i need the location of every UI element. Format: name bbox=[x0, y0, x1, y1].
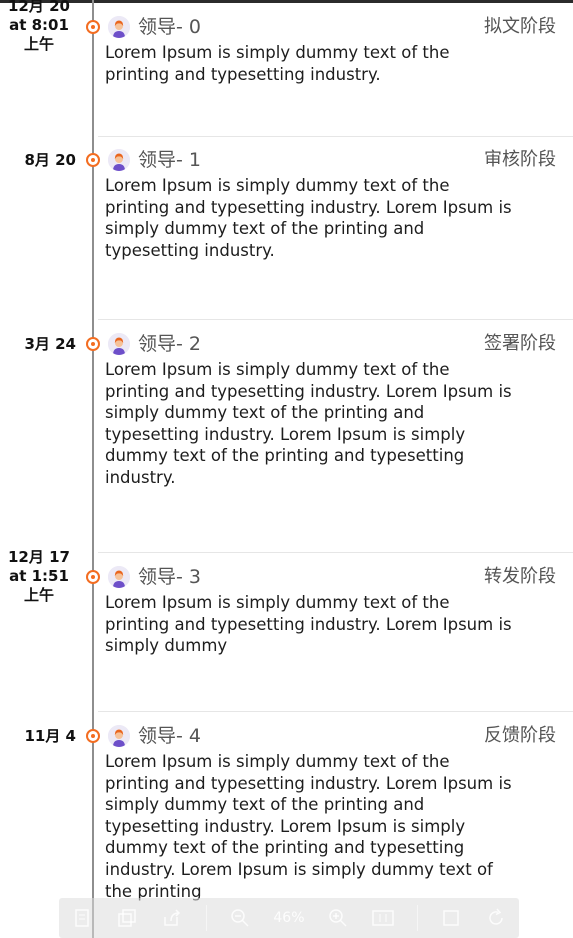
avatar[interactable] bbox=[108, 725, 130, 747]
avatar[interactable] bbox=[108, 333, 130, 355]
entry-time-line: 上午 bbox=[23, 35, 54, 53]
rotate-icon[interactable] bbox=[484, 907, 508, 929]
entry-text: Lorem Ipsum is simply dummy text of the … bbox=[105, 752, 512, 901]
entry-text: Lorem Ipsum is simply dummy text of the … bbox=[105, 176, 512, 260]
avatar[interactable] bbox=[108, 566, 130, 588]
person-icon bbox=[108, 333, 130, 355]
entry-text: Lorem Ipsum is simply dummy text of the … bbox=[105, 43, 450, 84]
leader-name: 领导- 4 bbox=[138, 725, 201, 747]
top-bar bbox=[0, 0, 573, 3]
person-icon bbox=[108, 725, 130, 747]
entry-time: 12月 20 at 8:01 上午 bbox=[0, 0, 78, 54]
stage-label: 签署阶段 bbox=[484, 333, 556, 354]
timeline-dot bbox=[86, 570, 100, 584]
entry-time: 12月 17 at 1:51 上午 bbox=[0, 548, 78, 605]
zoom-in-icon[interactable] bbox=[326, 907, 350, 929]
person-icon bbox=[108, 149, 130, 171]
copy-icon[interactable] bbox=[115, 907, 139, 929]
entry-time-line: at 8:01 bbox=[9, 16, 69, 34]
stage-label: 转发阶段 bbox=[484, 566, 556, 587]
timeline-line bbox=[92, 0, 94, 938]
page-icon[interactable] bbox=[70, 907, 94, 929]
entry-time-line: 12月 20 bbox=[8, 0, 70, 15]
entry-time-line: 11月 4 bbox=[24, 727, 76, 745]
entry-time-line: 12月 17 bbox=[8, 548, 70, 566]
entry-time-line: 上午 bbox=[23, 586, 54, 604]
separator bbox=[98, 136, 573, 137]
leader-name: 领导- 1 bbox=[138, 149, 201, 171]
leader-name: 领导- 2 bbox=[138, 333, 201, 355]
entry-text: Lorem Ipsum is simply dummy text of the … bbox=[105, 593, 512, 656]
person-icon bbox=[108, 16, 130, 38]
avatar[interactable] bbox=[108, 149, 130, 171]
entry-time: 8月 20 bbox=[0, 151, 76, 170]
entry-time: 11月 4 bbox=[0, 727, 76, 746]
entry-text: Lorem Ipsum is simply dummy text of the … bbox=[105, 360, 512, 487]
leader-name: 领导- 0 bbox=[138, 16, 201, 38]
entry-time-line: 3月 24 bbox=[24, 335, 76, 353]
zoom-level: 46% bbox=[273, 910, 305, 926]
timeline-dot bbox=[86, 337, 100, 351]
toolbar-divider bbox=[205, 905, 207, 931]
viewer-toolbar: 46% bbox=[59, 898, 519, 938]
leader-name: 领导- 3 bbox=[138, 566, 201, 588]
stage-label: 反馈阶段 bbox=[484, 725, 556, 746]
person-icon bbox=[108, 566, 130, 588]
separator bbox=[98, 711, 573, 712]
avatar[interactable] bbox=[108, 16, 130, 38]
entry-time-line: at 1:51 bbox=[9, 567, 69, 585]
stage-label: 审核阶段 bbox=[484, 149, 556, 170]
crop-icon[interactable] bbox=[439, 907, 463, 929]
stage-label: 拟文阶段 bbox=[484, 16, 556, 37]
toolbar-divider bbox=[416, 905, 418, 931]
timeline-dot bbox=[86, 20, 100, 34]
timeline-dot bbox=[86, 153, 100, 167]
columns-icon[interactable] bbox=[371, 907, 395, 929]
separator bbox=[98, 552, 573, 553]
separator bbox=[98, 319, 573, 320]
entry-time: 3月 24 bbox=[0, 335, 76, 354]
entry-time-line: 8月 20 bbox=[24, 151, 76, 169]
zoom-out-icon[interactable] bbox=[228, 907, 252, 929]
timeline-dot bbox=[86, 729, 100, 743]
share-icon[interactable] bbox=[160, 907, 184, 929]
